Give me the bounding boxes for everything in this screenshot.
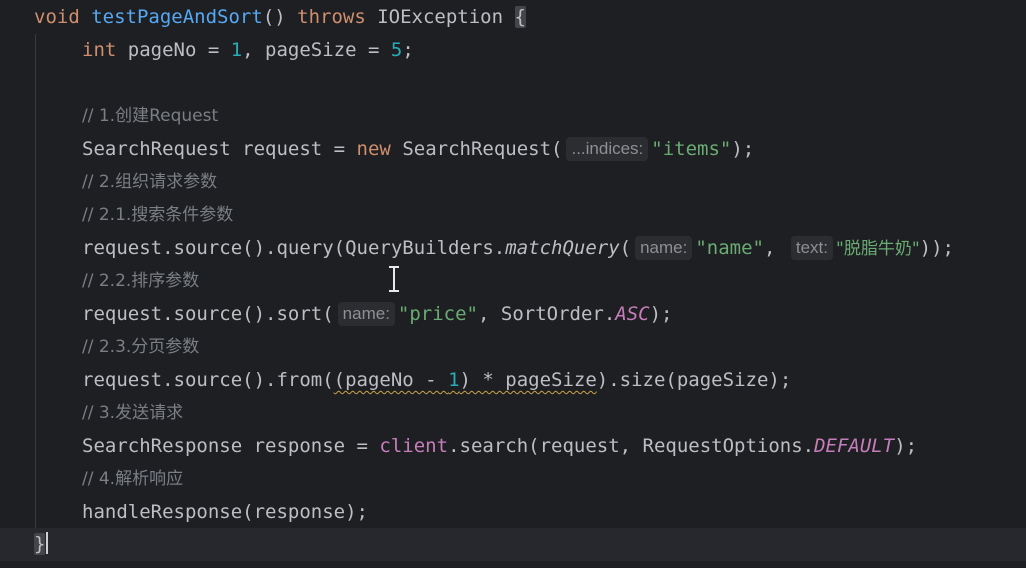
code-text: SearchResponse response = <box>82 435 380 457</box>
parameter-hint: name: <box>337 302 395 326</box>
code-text: handleResponse(response); <box>82 501 368 523</box>
code-text: pageNo = <box>116 39 231 61</box>
current-line-highlight <box>0 528 1026 561</box>
field-reference: client <box>379 435 449 457</box>
number-literal: 1 <box>448 369 460 391</box>
number-literal: 5 <box>390 39 403 61</box>
code-line-paging[interactable]: request.source().from((pageNo - 1) * pag… <box>82 364 791 397</box>
code-comment[interactable]: // 4.解析响应 <box>82 463 183 496</box>
parameter-hint: name: <box>635 236 693 260</box>
code-text: , <box>763 237 787 259</box>
code-text: ).size(pageSize); <box>596 369 792 391</box>
code-line-search[interactable]: SearchResponse response = client.search(… <box>82 430 917 463</box>
code-line-sort[interactable]: request.source().sort(name: "price", Sort… <box>82 298 673 331</box>
code-text: ); <box>894 435 918 457</box>
keyword-int: int <box>82 39 117 61</box>
code-line-query[interactable]: request.source().query(QueryBuilders.mat… <box>82 232 954 265</box>
code-line-handle-response[interactable]: handleResponse(response); <box>82 496 368 529</box>
code-line-closing-brace[interactable]: } <box>34 528 49 561</box>
code-text: .search(request, RequestOptions. <box>448 435 815 457</box>
code-text: request.source().query(QueryBuilders. <box>82 237 506 259</box>
keyword-throws: throws <box>297 6 366 28</box>
code-text: () <box>262 6 298 28</box>
code-text: , pageSize = <box>242 39 391 61</box>
code-text: (pageNo - <box>333 369 449 391</box>
string-literal: "price" <box>397 303 478 325</box>
code-line-variables[interactable]: int pageNo = 1, pageSize = 5; <box>82 34 414 67</box>
parameter-hint: ...indices: <box>566 137 649 161</box>
code-text: ); <box>731 138 755 160</box>
string-literal: "脱脂牛奶" <box>836 239 920 259</box>
code-line-method-signature[interactable]: void testPageAndSort() throws IOExceptio… <box>34 1 526 34</box>
code-comment[interactable]: // 2.组织请求参数 <box>82 166 217 199</box>
code-text: SearchRequest( <box>390 138 563 160</box>
code-editor[interactable]: void testPageAndSort() throws IOExceptio… <box>0 0 1026 568</box>
code-line-new-request[interactable]: SearchRequest request = new SearchReques… <box>82 133 754 166</box>
matched-brace-close: } <box>34 533 46 555</box>
code-text: request.source().from( <box>82 369 334 391</box>
keyword-void: void <box>34 6 80 28</box>
text-caret <box>46 532 49 554</box>
string-literal: "name" <box>695 237 764 259</box>
enum-constant: ASC <box>615 303 650 325</box>
code-text: SearchRequest request = <box>82 138 357 160</box>
parameter-hint: text: <box>790 236 833 260</box>
code-text: ( <box>619 237 632 259</box>
static-method-name: matchQuery <box>505 237 620 259</box>
warning-squiggle[interactable]: (pageNo - 1) * pageSize <box>334 369 597 391</box>
indent-guide <box>35 34 36 530</box>
code-text: IOException <box>365 6 515 28</box>
code-text: ; <box>402 39 414 61</box>
code-comment[interactable]: // 1.创建Request <box>82 100 218 133</box>
method-name: testPageAndSort <box>91 6 263 28</box>
matched-brace-open: { <box>514 6 526 28</box>
code-comment[interactable]: // 2.3.分页参数 <box>82 331 199 364</box>
code-text: , SortOrder. <box>478 303 616 325</box>
static-constant: DEFAULT <box>814 435 895 457</box>
keyword-new: new <box>356 138 391 160</box>
string-literal: "items" <box>651 138 732 160</box>
ibeam-cursor-icon <box>388 266 400 292</box>
code-text: ); <box>649 303 673 325</box>
code-comment[interactable]: // 2.2.排序参数 <box>82 265 199 298</box>
code-comment[interactable]: // 3.发送请求 <box>82 397 183 430</box>
code-text: ) * pageSize <box>459 369 597 391</box>
code-text: request.source().sort( <box>82 303 334 325</box>
number-literal: 1 <box>230 39 243 61</box>
code-comment[interactable]: // 2.1.搜索条件参数 <box>82 199 233 232</box>
code-text: )); <box>919 237 954 259</box>
